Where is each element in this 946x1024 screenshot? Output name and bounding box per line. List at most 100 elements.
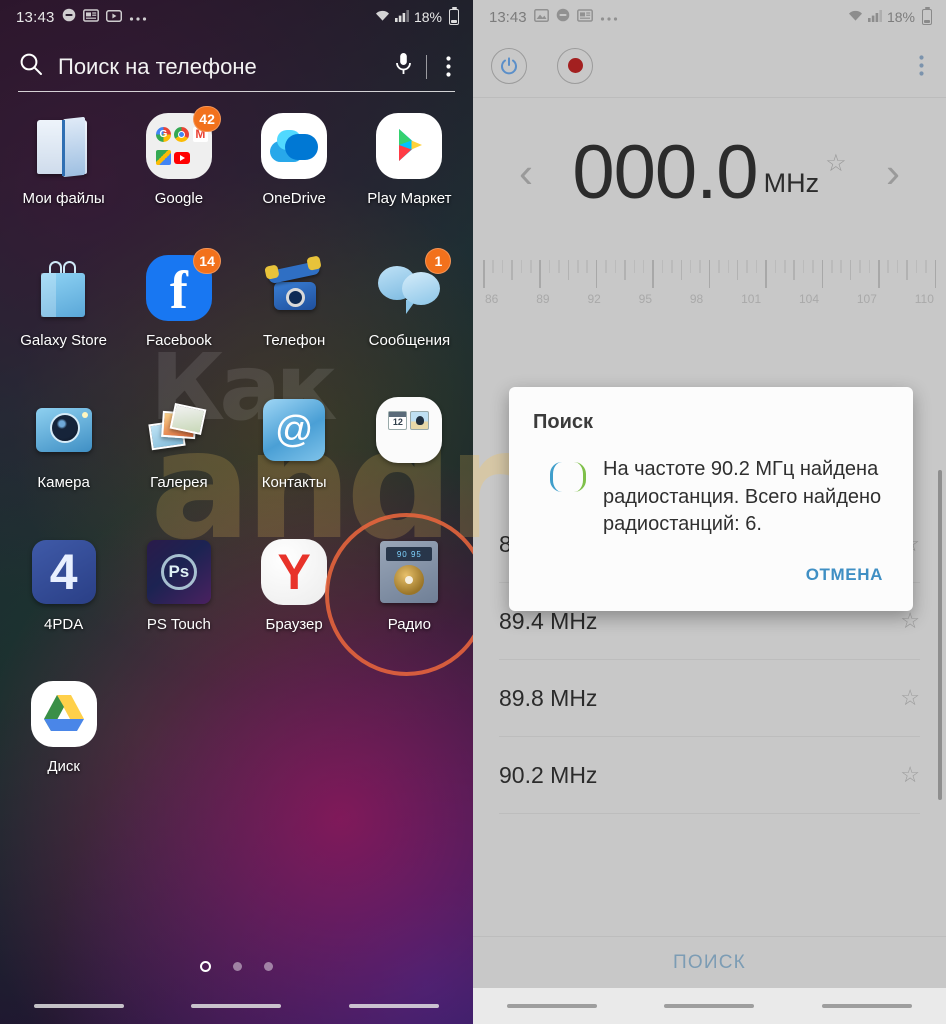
page-dot-1[interactable] xyxy=(200,961,211,972)
scrollbar[interactable] xyxy=(938,470,942,800)
tuning-scale-labels: 86 89 92 95 98 101 104 107 110 xyxy=(483,292,936,306)
star-outline-icon[interactable]: ☆ xyxy=(825,149,847,178)
phone-icon xyxy=(258,252,330,324)
galaxy-store-icon xyxy=(28,252,100,324)
app-grid: Мои файлы G M 42 Google OneDrive Play Ма… xyxy=(0,106,473,798)
overflow-menu-icon[interactable] xyxy=(914,55,928,76)
dialog-message: На частоте 90.2 МГц найдена радиостанция… xyxy=(603,458,882,536)
home-button[interactable] xyxy=(664,1004,755,1008)
tuning-tick xyxy=(624,260,626,280)
microphone-icon[interactable] xyxy=(395,52,412,82)
tuning-tick xyxy=(680,260,683,280)
gallery-icon xyxy=(143,394,215,466)
ps-touch-icon xyxy=(143,536,215,608)
star-outline-icon[interactable]: ☆ xyxy=(900,685,920,711)
status-bar-right: 13:43 18% xyxy=(473,0,946,34)
station-row[interactable]: 90.2 MHz ☆ xyxy=(499,737,920,814)
divider xyxy=(426,54,427,79)
app-label: Galaxy Store xyxy=(20,332,107,349)
app-google-drive[interactable]: Диск xyxy=(6,678,121,798)
tuning-ticks xyxy=(483,260,936,290)
home-button[interactable] xyxy=(191,1004,282,1008)
image-icon xyxy=(533,8,549,26)
app-yandex-browser[interactable]: Браузер xyxy=(237,536,352,656)
status-bar-right-group: 18% xyxy=(847,6,932,25)
app-radio[interactable]: Радио xyxy=(352,536,467,656)
chrome-icon xyxy=(174,126,190,142)
app-onedrive[interactable]: OneDrive xyxy=(237,110,352,230)
phone-search-bar[interactable]: Поиск на телефоне xyxy=(18,42,455,92)
widgets-folder-icon xyxy=(373,394,445,466)
tuning-tick xyxy=(765,260,767,288)
onedrive-icon xyxy=(258,110,330,182)
tuning-scale[interactable]: 86 89 92 95 98 101 104 107 110 xyxy=(483,248,936,328)
recents-button[interactable] xyxy=(506,1004,597,1008)
app-label: Диск xyxy=(47,758,80,775)
scale-label: 110 xyxy=(914,292,934,306)
tuning-tick xyxy=(614,260,617,273)
tuning-tick xyxy=(595,260,598,288)
yandex-browser-icon xyxy=(258,536,330,608)
navigation-bar xyxy=(473,988,946,1024)
app-my-files[interactable]: Мои файлы xyxy=(6,110,121,230)
app-galaxy-store[interactable]: Galaxy Store xyxy=(6,252,121,372)
app-label: Браузер xyxy=(265,616,323,633)
search-button[interactable]: ПОИСК xyxy=(473,936,946,988)
app-messages[interactable]: 1 Сообщения xyxy=(352,248,467,372)
tuning-tick xyxy=(558,260,560,273)
tuning-tick xyxy=(849,260,852,280)
android-home-screen: Как android 13:43 18% xyxy=(0,0,473,1024)
app-label: PS Touch xyxy=(146,616,211,633)
scanning-waves-icon xyxy=(533,456,603,492)
app-google-folder[interactable]: G M 42 Google xyxy=(121,106,236,230)
search-input[interactable]: Поиск на телефоне xyxy=(58,54,395,80)
recents-button[interactable] xyxy=(33,1004,124,1008)
record-icon[interactable] xyxy=(557,47,593,84)
page-indicator xyxy=(0,961,473,972)
tuning-tick xyxy=(577,260,579,273)
app-phone[interactable]: Телефон xyxy=(237,252,352,372)
tuning-tick xyxy=(699,260,701,273)
tuning-tick xyxy=(689,260,692,273)
cancel-button[interactable]: ОТМЕНА xyxy=(800,555,889,595)
dnd-icon xyxy=(62,8,76,26)
page-dot-3[interactable] xyxy=(264,962,273,971)
tuning-tick xyxy=(896,260,899,273)
radio-toolbar xyxy=(473,34,946,98)
tuning-tick xyxy=(483,260,485,288)
tuning-tick xyxy=(492,260,494,273)
battery-percent: 18% xyxy=(413,9,442,25)
tuning-tick xyxy=(586,260,588,273)
app-ps-touch[interactable]: PS Touch xyxy=(121,536,236,656)
tuning-tick xyxy=(821,260,824,288)
wifi-icon xyxy=(374,9,391,25)
4pda-icon xyxy=(28,536,100,608)
app-play-store[interactable]: Play Маркет xyxy=(352,110,467,230)
star-outline-icon[interactable]: ☆ xyxy=(900,608,920,634)
record-dot xyxy=(567,58,583,73)
tuning-tick xyxy=(840,260,842,273)
star-outline-icon[interactable]: ☆ xyxy=(900,762,920,788)
app-camera[interactable]: Камера xyxy=(6,394,121,514)
power-icon[interactable] xyxy=(491,47,527,84)
app-contacts[interactable]: Контакты xyxy=(237,394,352,514)
messages-icon: 1 xyxy=(373,248,452,324)
app-4pda[interactable]: 4PDA xyxy=(6,536,121,656)
search-icon xyxy=(18,51,44,82)
app-label: Галерея xyxy=(150,474,208,491)
app-widgets-folder[interactable] xyxy=(352,394,467,514)
news-icon xyxy=(82,8,99,26)
dialog-body: На частоте 90.2 МГц найдена радиостанция… xyxy=(533,456,889,539)
station-row[interactable]: 89.8 MHz ☆ xyxy=(499,660,920,737)
page-dot-2[interactable] xyxy=(233,962,242,971)
back-button[interactable] xyxy=(349,1004,440,1008)
battery-icon xyxy=(922,6,932,25)
app-gallery[interactable]: Галерея xyxy=(121,394,236,514)
chevron-right-icon[interactable]: › xyxy=(880,152,906,194)
overflow-menu-icon[interactable] xyxy=(441,56,455,77)
scale-label: 86 xyxy=(485,292,499,306)
tuning-tick xyxy=(736,260,739,280)
app-facebook[interactable]: 14 Facebook xyxy=(121,248,236,372)
chevron-left-icon[interactable]: ‹ xyxy=(513,152,539,194)
back-button[interactable] xyxy=(822,1004,913,1008)
